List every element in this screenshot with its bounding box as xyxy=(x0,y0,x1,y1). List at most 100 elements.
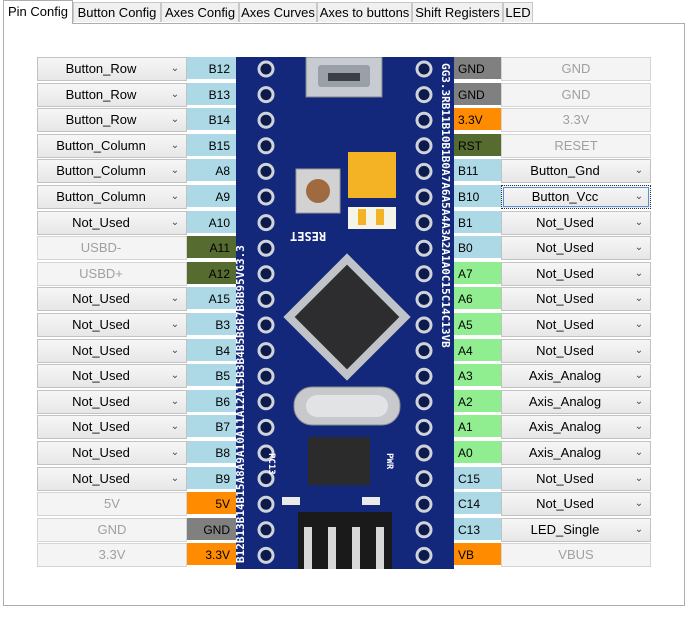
header-pin-hole xyxy=(415,290,433,308)
tab-axes-curves[interactable]: Axes Curves xyxy=(239,2,317,22)
left-pin-label-b3: B3 xyxy=(187,313,236,337)
header-pin-hole xyxy=(415,521,433,539)
left-pin-label-b5: B5 xyxy=(187,364,236,388)
right-pin-function-dropdown[interactable]: Not_Used ⌄ xyxy=(501,236,651,260)
right-pin-label-a7: A7 xyxy=(454,262,501,286)
dropdown-value: Axis_Analog xyxy=(528,445,602,460)
right-pin-label-a3: A3 xyxy=(454,364,501,388)
right-pin-function-dropdown[interactable]: Button_Vcc ⌄ xyxy=(501,185,651,209)
header-pin-hole xyxy=(257,316,275,334)
header-pin-hole xyxy=(257,418,275,436)
header-pin-hole xyxy=(415,188,433,206)
header-pin-hole xyxy=(257,290,275,308)
header-pin-hole xyxy=(257,239,275,257)
chevron-down-icon: ⌄ xyxy=(634,293,644,304)
chevron-down-icon: ⌄ xyxy=(170,421,180,432)
right-pin-function-dropdown[interactable]: Axis_Analog ⌄ xyxy=(501,390,651,414)
right-pin-label-a0: A0 xyxy=(454,441,501,465)
chevron-down-icon: ⌄ xyxy=(634,447,644,458)
tab-axes-config[interactable]: Axes Config xyxy=(161,2,239,22)
left-pin-function-dropdown[interactable]: Not_Used ⌄ xyxy=(37,211,187,235)
right-pin-function-dropdown[interactable]: Not_Used ⌄ xyxy=(501,313,651,337)
right-pin-fixed-label: RESET xyxy=(501,134,651,158)
header-pin-hole xyxy=(415,495,433,513)
right-pin-function-dropdown[interactable]: Button_Gnd ⌄ xyxy=(501,159,651,183)
chevron-down-icon: ⌄ xyxy=(170,191,180,202)
pwr-label: PWR xyxy=(384,453,394,470)
left-pin-function-dropdown[interactable]: Not_Used ⌄ xyxy=(37,390,187,414)
dropdown-value: USBD+ xyxy=(79,266,123,281)
tab-shift-registers[interactable]: Shift Registers xyxy=(412,2,503,22)
chevron-down-icon: ⌄ xyxy=(634,473,644,484)
right-pin-function-dropdown[interactable]: LED_Single ⌄ xyxy=(501,518,651,542)
chevron-down-icon: ⌄ xyxy=(170,165,180,176)
right-pin-function-dropdown[interactable]: Axis_Analog ⌄ xyxy=(501,415,651,439)
left-pin-function-dropdown[interactable]: Button_Column ⌄ xyxy=(37,134,187,158)
header-pin-hole xyxy=(415,265,433,283)
right-pin-function-dropdown[interactable]: Not_Used ⌄ xyxy=(501,211,651,235)
right-pin-label-c13: C13 xyxy=(454,518,501,542)
right-pin-label-a2: A2 xyxy=(454,390,501,414)
pc13-label: PC13 xyxy=(266,453,276,475)
left-pin-label-b13: B13 xyxy=(187,83,236,107)
header-pin-hole xyxy=(415,444,433,462)
stm32-board-image: B12B13B14B15A8A9A10A11A12A15B3B4B5B6B7B8… xyxy=(236,57,454,569)
right-pin-function-dropdown[interactable]: Not_Used ⌄ xyxy=(501,467,651,491)
left-pin-label-5v: 5V xyxy=(187,492,236,516)
left-pin-function-dropdown[interactable]: Button_Row ⌄ xyxy=(37,108,187,132)
tab-strip: Pin Config Button Config Axes Config Axes C… xyxy=(0,0,697,24)
tab-led[interactable]: LED xyxy=(503,2,533,22)
right-pin-label-a4: A4 xyxy=(454,339,501,363)
left-pin-function-dropdown[interactable]: Button_Row ⌄ xyxy=(37,83,187,107)
left-pin-fixed-label: 3.3V xyxy=(37,543,187,567)
tab-pin-config[interactable]: Pin Config xyxy=(3,0,73,24)
left-pin-function-dropdown[interactable]: Not_Used ⌄ xyxy=(37,441,187,465)
right-pin-label-b11: B11 xyxy=(454,159,501,183)
left-pin-function-dropdown[interactable]: Not_Used ⌄ xyxy=(37,415,187,439)
header-pin-hole xyxy=(415,342,433,360)
left-pin-function-dropdown[interactable]: Button_Column ⌄ xyxy=(37,185,187,209)
left-pin-function-dropdown[interactable]: Button_Row ⌄ xyxy=(37,57,187,81)
chevron-down-icon: ⌄ xyxy=(170,396,180,407)
dropdown-value: Not_Used xyxy=(536,496,594,511)
chevron-down-icon: ⌄ xyxy=(170,63,180,74)
dropdown-value: USBD- xyxy=(80,240,122,255)
header-pin-hole xyxy=(257,137,275,155)
dropdown-value: Button_Column xyxy=(56,189,146,204)
header-pin-hole xyxy=(257,342,275,360)
left-pin-label-b12: B12 xyxy=(187,57,236,81)
dropdown-value: Not_Used xyxy=(72,317,130,332)
tab-axes-to-buttons[interactable]: Axes to buttons xyxy=(317,2,412,22)
dropdown-value: Not_Used xyxy=(72,445,130,460)
left-pin-function-dropdown[interactable]: Not_Used ⌄ xyxy=(37,313,187,337)
right-pin-label-c14: C14 xyxy=(454,492,501,516)
mcu-chip-icon xyxy=(283,253,411,381)
header-pin-hole xyxy=(257,214,275,232)
dropdown-value: Not_Used xyxy=(536,266,594,281)
left-pin-fixed-label: GND xyxy=(37,518,187,542)
right-pin-function-dropdown[interactable]: Not_Used ⌄ xyxy=(501,287,651,311)
left-pin-function-dropdown[interactable]: Not_Used ⌄ xyxy=(37,339,187,363)
left-pin-function-dropdown[interactable]: Button_Column ⌄ xyxy=(37,159,187,183)
right-pin-label-3.3v: 3.3V xyxy=(454,108,501,132)
right-pin-function-dropdown[interactable]: Axis_Analog ⌄ xyxy=(501,441,651,465)
chevron-down-icon: ⌄ xyxy=(170,345,180,356)
chevron-down-icon: ⌄ xyxy=(634,268,644,279)
right-pin-function-dropdown[interactable]: Not_Used ⌄ xyxy=(501,492,651,516)
left-pin-function-dropdown[interactable]: Not_Used ⌄ xyxy=(37,467,187,491)
left-pin-function-dropdown[interactable]: Not_Used ⌄ xyxy=(37,364,187,388)
right-pin-function-dropdown[interactable]: Not_Used ⌄ xyxy=(501,262,651,286)
chevron-down-icon: ⌄ xyxy=(634,345,644,356)
chevron-down-icon: ⌄ xyxy=(170,293,180,304)
header-pin-hole xyxy=(415,239,433,257)
boot-jumper-icon xyxy=(348,152,396,198)
board-left-silkscreen: B12B13B14B15A8A9A10A11A12A15B3B4B5B6B7B8… xyxy=(236,245,247,563)
right-pin-function-dropdown[interactable]: Axis_Analog ⌄ xyxy=(501,364,651,388)
header-pin-hole xyxy=(415,60,433,78)
header-pin-hole xyxy=(415,86,433,104)
tab-button-config[interactable]: Button Config xyxy=(73,2,161,22)
dropdown-value: Not_Used xyxy=(536,240,594,255)
right-pin-function-dropdown[interactable]: Not_Used ⌄ xyxy=(501,339,651,363)
left-pin-function-dropdown[interactable]: Not_Used ⌄ xyxy=(37,287,187,311)
chevron-down-icon: ⌄ xyxy=(170,114,180,125)
